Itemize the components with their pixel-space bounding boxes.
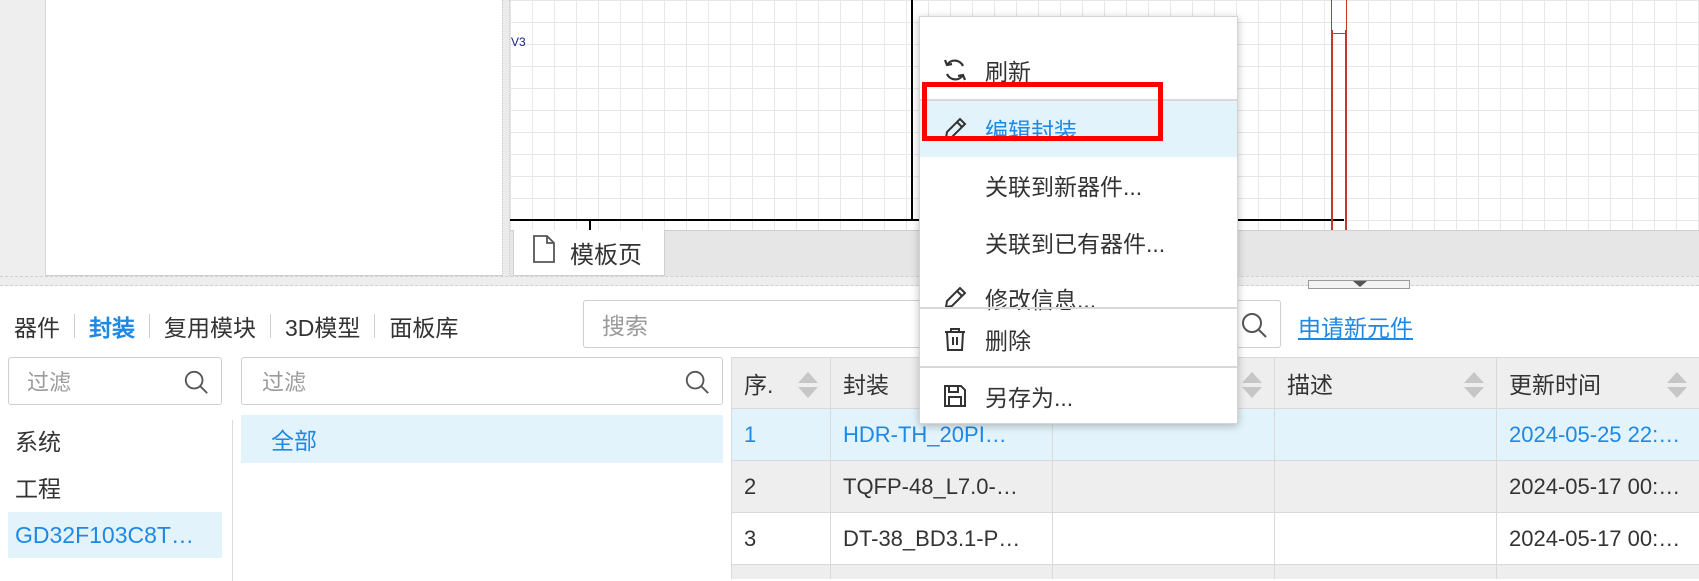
sort-icon[interactable] xyxy=(798,372,818,398)
search-icon[interactable] xyxy=(183,369,209,401)
column-divider xyxy=(232,420,233,581)
table-cell xyxy=(1052,461,1274,512)
table-cell xyxy=(1274,513,1496,564)
filter-placeholder: 过滤 xyxy=(262,370,307,395)
table-cell: 2024-05-25 22:… xyxy=(1496,409,1699,460)
subcategory-filter-input[interactable]: 过滤 xyxy=(241,357,723,405)
collapse-handle[interactable] xyxy=(1308,280,1410,289)
table-cell xyxy=(1052,565,1274,579)
category-filter-input[interactable]: 过滤 xyxy=(8,357,222,405)
menu-item-save-as[interactable]: 另存为... xyxy=(920,368,1237,424)
table-cell xyxy=(1274,461,1496,512)
tab-3d-models[interactable]: 3D模型 xyxy=(271,309,374,343)
header-label: 更新时间 xyxy=(1509,372,1601,398)
context-menu: 刷新 编辑封装 关联到新器件... 关联到已有器件... 修改信息... 删除 xyxy=(919,16,1238,424)
column-header-description[interactable]: 描述 xyxy=(1274,358,1496,408)
subcategory-all[interactable]: 全部 xyxy=(241,415,723,463)
tab-reuse-blocks[interactable]: 复用模块 xyxy=(150,309,270,343)
search-icon[interactable] xyxy=(1240,311,1268,345)
component-pin xyxy=(1345,30,1347,230)
component-pin xyxy=(1331,30,1333,230)
menu-item-delete[interactable]: 删除 xyxy=(920,311,1237,367)
menu-item-label: 关联到新器件... xyxy=(985,174,1143,200)
sort-icon[interactable] xyxy=(1667,372,1687,398)
menu-separator xyxy=(920,307,1237,309)
tab-panel-library[interactable]: 面板库 xyxy=(375,309,472,343)
filter-placeholder: 过滤 xyxy=(27,370,72,395)
tab-components[interactable]: 器件 xyxy=(0,309,74,343)
apply-new-component-link[interactable]: 申请新元件 xyxy=(1298,309,1413,343)
menu-item-label: 修改信息... xyxy=(985,287,1097,313)
header-label: 描述 xyxy=(1287,372,1333,398)
table-cell xyxy=(1274,565,1496,579)
table-cell xyxy=(731,565,830,579)
table-cell xyxy=(1274,409,1496,460)
header-label: 封装 xyxy=(843,372,889,398)
save-icon xyxy=(942,383,968,409)
category-gd32f103c8t[interactable]: GD32F103C8T… xyxy=(8,512,222,558)
search-icon[interactable] xyxy=(684,369,710,401)
table-cell xyxy=(830,565,1052,579)
app-window: V3 模板页 器件 封装 复用模块 3D模型 面板库 搜索 申请新元件 过滤 过… xyxy=(0,0,1699,581)
tab-label: 模板页 xyxy=(570,242,642,269)
table-cell: TQFP-48_L7.0-… xyxy=(830,461,1052,512)
table-cell: 2024-05-17 00:… xyxy=(1496,461,1699,512)
category-system[interactable]: 系统 xyxy=(8,417,222,463)
table-cell xyxy=(1052,513,1274,564)
vertical-splitter[interactable] xyxy=(502,0,510,276)
category-project[interactable]: 工程 xyxy=(8,464,222,510)
document-icon xyxy=(532,235,556,270)
table-cell: 3 xyxy=(731,513,830,564)
table-cell: 2 xyxy=(731,461,830,512)
menu-item-link-existing-device[interactable]: 关联到已有器件... xyxy=(920,214,1237,270)
table-row[interactable]: 2 TQFP-48_L7.0-… 2024-05-17 00:… xyxy=(731,461,1699,513)
refresh-icon xyxy=(942,57,968,83)
horizontal-splitter[interactable] xyxy=(0,276,1699,286)
net-label: V3 xyxy=(511,35,526,49)
wire xyxy=(911,0,913,221)
trash-icon xyxy=(942,326,968,352)
tab-template-page[interactable]: 模板页 xyxy=(513,230,665,276)
column-header-index[interactable]: 序. xyxy=(731,358,830,408)
sort-icon[interactable] xyxy=(1464,372,1484,398)
header-label: 序. xyxy=(744,372,774,398)
table-row[interactable]: 3 DT-38_BD3.1-P… 2024-05-17 00:… xyxy=(731,513,1699,565)
left-panel xyxy=(46,0,502,276)
column-header-updated[interactable]: 更新时间 xyxy=(1496,358,1699,408)
table-cell: DT-38_BD3.1-P… xyxy=(830,513,1052,564)
table-cell: 2024-05-17 00:… xyxy=(1496,513,1699,564)
table-cell: 1 xyxy=(731,409,830,460)
component-outline xyxy=(1331,0,1347,34)
menu-item-label: 关联到已有器件... xyxy=(985,231,1166,257)
library-tabs: 器件 封装 复用模块 3D模型 面板库 xyxy=(0,298,472,354)
menu-item-label: 另存为... xyxy=(985,385,1074,411)
annotation-highlight-box xyxy=(922,82,1163,141)
sort-icon[interactable] xyxy=(1242,372,1262,398)
table-cell xyxy=(1496,565,1699,579)
table-row-partial xyxy=(731,565,1699,579)
search-placeholder: 搜索 xyxy=(602,313,648,339)
menu-item-link-new-device[interactable]: 关联到新器件... xyxy=(920,157,1237,213)
menu-item-label: 删除 xyxy=(985,328,1031,354)
left-rail xyxy=(0,0,46,276)
tab-footprints[interactable]: 封装 xyxy=(75,309,149,343)
